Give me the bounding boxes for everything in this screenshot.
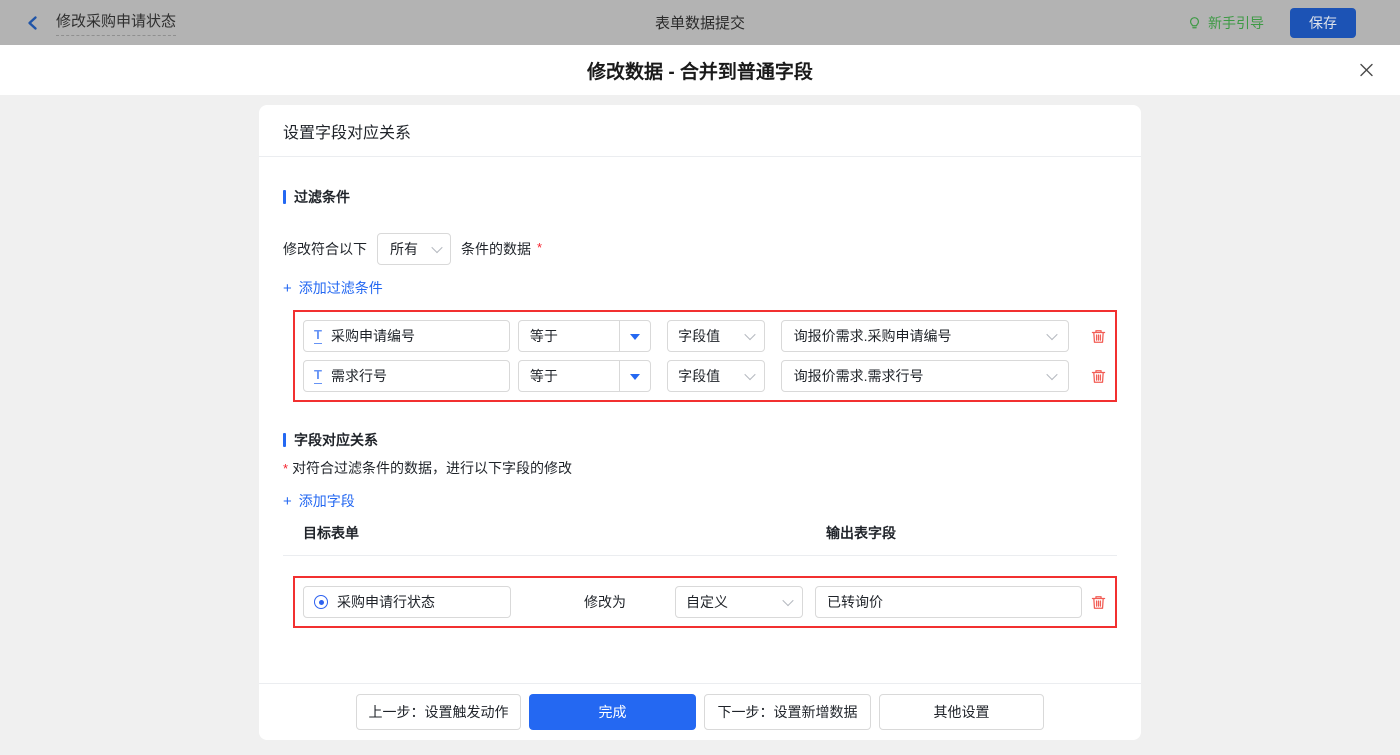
save-button[interactable]: 保存 [1290,7,1356,38]
mapping-valuetype-select[interactable]: 自定义 [675,586,803,618]
topbar-left: 修改采购申请状态 [24,10,177,36]
mapping-table-header: 目标表单 输出表字段 [283,523,1117,556]
filter-field-label: 需求行号 [330,368,387,384]
filter-value-select[interactable]: 询报价需求.采购申请编号 [780,320,1069,352]
mapping-description: 对符合过滤条件的数据，进行以下字段的修改 [292,460,573,476]
other-settings-button[interactable]: 其他设置 [879,694,1044,730]
topbar-right: 新手引导 保存 [1187,7,1356,38]
add-field-label: 添加字段 [298,493,355,509]
card-content: 过滤条件 修改符合以下 所有 条件的数据 * + 添加过滤条件 T 采购申请编号… [259,157,1141,683]
dialog-title: 修改数据 - 合并到普通字段 [587,61,813,83]
add-filter-condition-link[interactable]: + 添加过滤条件 [283,278,383,298]
delete-mapping-button[interactable] [1089,593,1107,611]
plus-icon: + [283,492,292,510]
beginner-guide-label: 新手引导 [1208,14,1264,31]
filter-row: T 采购申请编号 等于 字段值 询报价需求.采购申请编号 [303,320,1107,352]
section-bar-icon [283,433,286,447]
mapping-section-title: 字段对应关系 [283,430,1117,450]
trash-icon [1091,369,1105,383]
output-fields-header: 输出表字段 [826,525,896,541]
filter-valuetype-select[interactable]: 字段值 [667,320,765,352]
caret-down-icon [630,373,641,385]
close-icon [1360,63,1373,77]
filter-valuetype-value: 字段值 [678,368,721,384]
card-header: 设置字段对应关系 [259,105,1141,157]
condition-scope-value: 所有 [390,241,418,257]
add-field-link[interactable]: + 添加字段 [283,491,355,511]
chevron-down-icon [782,594,794,607]
prev-step-button[interactable]: 上一步：设置触发动作 [356,694,521,730]
beginner-guide-link[interactable]: 新手引导 [1187,13,1264,33]
mapping-valuetype-value: 自定义 [686,594,728,610]
filter-operator-value: 等于 [529,328,558,344]
filter-field-label: 采购申请编号 [330,328,415,344]
dialog-header: 修改数据 - 合并到普通字段 [0,45,1400,95]
filter-value-text: 询报价需求.需求行号 [793,368,924,384]
next-step-button[interactable]: 下一步：设置新增数据 [704,694,871,730]
required-asterisk: * [537,239,543,255]
mapping-field-label: 采购申请行状态 [337,594,435,610]
mapping-description-line: * 对符合过滤条件的数据，进行以下字段的修改 [283,458,1117,478]
filter-value-text: 询报价需求.采购申请编号 [793,328,952,344]
filter-highlight-box: T 采购申请编号 等于 字段值 询报价需求.采购申请编号 T 需求行号 等于 字… [293,310,1117,402]
condition-prefix: 修改符合以下 [283,241,367,257]
trash-icon [1091,329,1105,343]
filter-value-select[interactable]: 询报价需求.需求行号 [780,360,1069,392]
text-field-icon: T [314,367,322,384]
radio-field-icon [314,595,328,609]
caret-down-icon [630,333,641,345]
condition-line: 修改符合以下 所有 条件的数据 * [283,233,1117,265]
condition-scope-select[interactable]: 所有 [377,233,451,265]
plus-icon: + [283,279,292,297]
chevron-down-icon [1046,328,1058,341]
topbar: 修改采购申请状态 表单数据提交 新手引导 保存 [0,0,1400,45]
back-button[interactable] [24,14,42,32]
caret-zone [619,321,650,351]
add-filter-condition-label: 添加过滤条件 [298,280,383,296]
filter-valuetype-select[interactable]: 字段值 [667,360,765,392]
chevron-down-icon [743,328,756,341]
filter-field-select[interactable]: T 需求行号 [303,360,510,392]
flow-title[interactable]: 修改采购申请状态 [56,10,177,36]
filter-section-title: 过滤条件 [283,187,1117,207]
delete-filter-button[interactable] [1089,367,1107,385]
trash-icon [1091,595,1105,609]
mapping-field-select[interactable]: 采购申请行状态 [303,586,511,618]
settings-card: 设置字段对应关系 过滤条件 修改符合以下 所有 条件的数据 * + 添加过滤条件 [259,105,1141,740]
done-button[interactable]: 完成 [529,694,696,730]
dialog-body: 设置字段对应关系 过滤条件 修改符合以下 所有 条件的数据 * + 添加过滤条件 [0,105,1400,755]
filter-operator-select[interactable]: 等于 [517,360,652,392]
filter-valuetype-value: 字段值 [678,328,721,344]
mapping-highlight-box: 采购申请行状态 修改为 自定义 [293,576,1117,628]
card-footer: 上一步：设置触发动作 完成 下一步：设置新增数据 其他设置 [259,683,1141,740]
modify-to-label: 修改为 [584,594,626,610]
chevron-down-icon [431,241,443,254]
mapping-section-label: 字段对应关系 [294,432,378,448]
chevron-left-icon [24,14,42,32]
filter-row: T 需求行号 等于 字段值 询报价需求.需求行号 [303,360,1107,392]
close-button[interactable] [1358,62,1375,79]
condition-suffix: 条件的数据 [461,241,531,257]
chevron-down-icon [1046,368,1058,381]
delete-filter-button[interactable] [1089,327,1107,345]
filter-section-label: 过滤条件 [294,189,350,205]
section-bar-icon [283,190,286,204]
filter-operator-value: 等于 [529,368,558,384]
chevron-down-icon [743,368,756,381]
mapping-value-input[interactable] [815,586,1082,618]
required-asterisk: * [283,460,289,476]
target-form-header: 目标表单 [303,525,359,541]
mapping-row: 采购申请行状态 修改为 自定义 [303,586,1107,618]
filter-operator-select[interactable]: 等于 [517,320,652,352]
filter-field-select[interactable]: T 采购申请编号 [303,320,510,352]
caret-zone [619,361,650,391]
lightbulb-icon [1187,15,1202,30]
text-field-icon: T [314,327,322,344]
